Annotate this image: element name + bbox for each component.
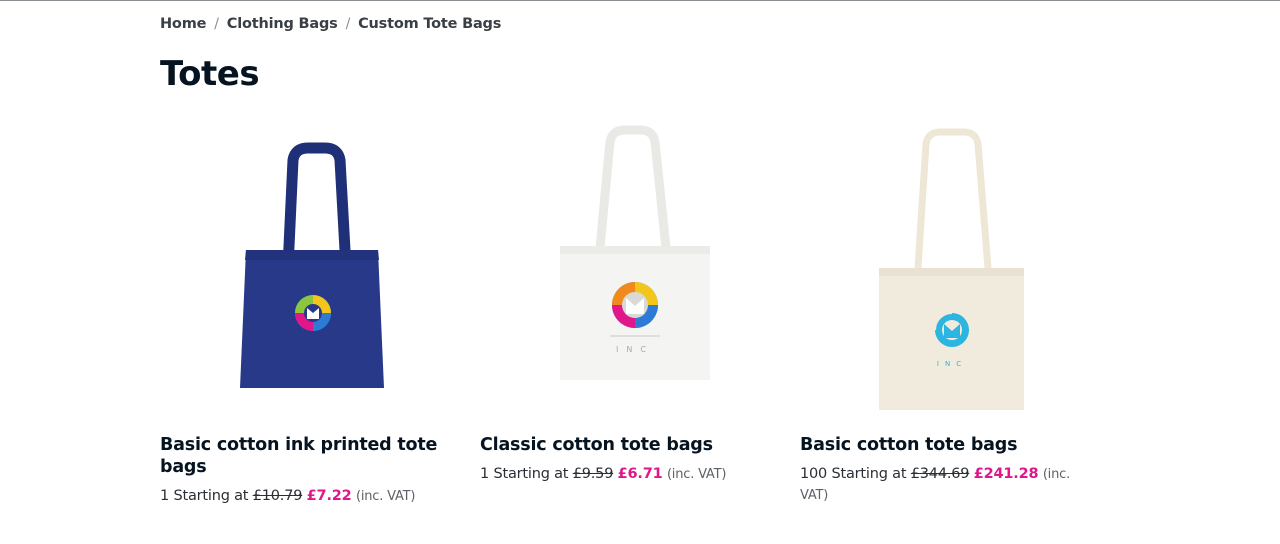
- product-price: 100 Starting at £344.69 £241.28 (inc. VA…: [800, 464, 1100, 506]
- breadcrumb: Home / Clothing Bags / Custom Tote Bags: [160, 16, 501, 32]
- page-title: Totes: [160, 54, 260, 94]
- product-card-basic-cotton[interactable]: INC Basic cotton tote bags 100 Starting …: [800, 120, 1120, 507]
- sale-price: £7.22: [306, 488, 352, 504]
- starting-label: Starting at: [831, 466, 907, 482]
- logo-text: INC: [616, 345, 654, 354]
- starting-label: Starting at: [173, 488, 249, 504]
- original-price: £10.79: [252, 488, 303, 504]
- logo-icon: [612, 282, 658, 328]
- navy-tote-bag-image[interactable]: [160, 120, 460, 420]
- logo-icon: [934, 312, 969, 347]
- logo-text: INC: [937, 360, 967, 368]
- product-price: 1 Starting at £9.59 £6.71 (inc. VAT): [480, 464, 780, 485]
- original-price: £9.59: [572, 466, 614, 482]
- product-name[interactable]: Basic cotton ink printed tote bags: [160, 434, 450, 478]
- top-divider: [0, 0, 1280, 1]
- quantity: 1: [480, 466, 490, 482]
- quantity: 1: [160, 488, 170, 504]
- quantity: 100: [800, 466, 828, 482]
- vat-note: (inc. VAT): [666, 467, 727, 482]
- breadcrumb-separator: /: [345, 16, 351, 32]
- starting-label: Starting at: [493, 466, 569, 482]
- product-grid: Basic cotton ink printed tote bags 1 Sta…: [160, 120, 1120, 507]
- product-name[interactable]: Classic cotton tote bags: [480, 434, 770, 456]
- breadcrumb-home-link[interactable]: Home: [160, 16, 206, 32]
- sale-price: £6.71: [617, 466, 663, 482]
- white-tote-bag-image[interactable]: INC: [480, 120, 780, 420]
- sale-price: £241.28: [973, 466, 1039, 482]
- breadcrumb-custom-tote-bags-link[interactable]: Custom Tote Bags: [358, 16, 501, 32]
- product-price: 1 Starting at £10.79 £7.22 (inc. VAT): [160, 486, 460, 507]
- product-name[interactable]: Basic cotton tote bags: [800, 434, 1090, 456]
- breadcrumb-clothing-bags-link[interactable]: Clothing Bags: [227, 16, 338, 32]
- natural-tote-bag-image[interactable]: INC: [800, 120, 1100, 420]
- breadcrumb-separator: /: [214, 16, 219, 32]
- logo-icon: [295, 295, 331, 331]
- product-card-basic-cotton-ink-printed[interactable]: Basic cotton ink printed tote bags 1 Sta…: [160, 120, 480, 507]
- product-card-classic-cotton[interactable]: INC Classic cotton tote bags 1 Starting …: [480, 120, 800, 507]
- vat-note: (inc. VAT): [355, 489, 416, 504]
- original-price: £344.69: [910, 466, 970, 482]
